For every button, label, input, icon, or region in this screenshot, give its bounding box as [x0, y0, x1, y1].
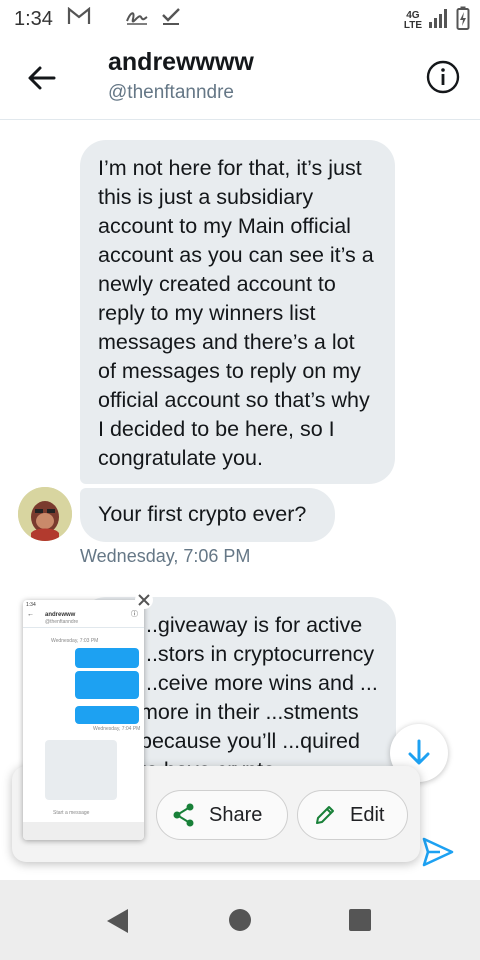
- close-thumbnail-button[interactable]: [134, 590, 154, 610]
- nav-recents-icon: [349, 909, 371, 931]
- nav-back-button[interactable]: [106, 908, 130, 939]
- screenshot-thumbnail[interactable]: 1:34 andrewww @thenftanndre ← ⓘ Wednesda…: [23, 600, 144, 840]
- nav-home-icon: [229, 909, 251, 931]
- share-button[interactable]: Share: [156, 790, 288, 840]
- thumb-handle: @thenftanndre: [45, 619, 79, 625]
- edit-label: Edit: [350, 803, 385, 826]
- network-lte: LTE: [403, 20, 422, 31]
- message-bubble[interactable]: I’m not here for that, it’s just this is…: [80, 140, 395, 484]
- thumb-timestamp: Wednesday, 7:04 PM: [93, 726, 141, 732]
- arrow-down-icon: [408, 739, 430, 765]
- status-time: 1:34: [14, 7, 53, 30]
- thumb-bubble: [75, 648, 139, 668]
- info-icon: [426, 60, 460, 94]
- conversation-header: andrewwww @thenftanndre: [0, 38, 480, 120]
- system-nav-bar: [0, 880, 480, 960]
- info-button[interactable]: [426, 60, 460, 94]
- share-icon: [173, 803, 194, 827]
- send-icon: [422, 837, 454, 867]
- gmail-icon: [67, 6, 91, 31]
- ape-avatar-image: [18, 487, 72, 541]
- message-bubble[interactable]: Your first crypto ever?: [80, 488, 335, 542]
- nav-back-icon: [107, 909, 128, 933]
- signature-icon: [125, 7, 149, 31]
- back-arrow-icon: [28, 66, 56, 90]
- edit-button[interactable]: Edit: [297, 790, 408, 840]
- edit-icon: [316, 806, 334, 824]
- status-bar: 1:34 4G LTE: [0, 0, 480, 38]
- network-type: 4G LTE: [404, 11, 422, 31]
- back-button[interactable]: [26, 62, 58, 94]
- thumb-navbar: [23, 822, 144, 840]
- avatar[interactable]: [18, 487, 72, 541]
- thumb-bubble: [45, 740, 117, 800]
- thumb-back-icon: ←: [27, 611, 34, 618]
- share-label: Share: [209, 803, 263, 826]
- nav-recents-button[interactable]: [348, 908, 372, 937]
- conversation-handle[interactable]: @thenftanndre: [108, 82, 234, 104]
- message-text: ...giveaway is for active ...stors in cr…: [140, 613, 378, 782]
- thumb-timestamp: Wednesday, 7:03 PM: [51, 638, 99, 644]
- thumb-info-icon: ⓘ: [131, 611, 138, 618]
- thumb-bubble: [75, 706, 139, 724]
- send-button[interactable]: [420, 834, 456, 870]
- nav-home-button[interactable]: [228, 908, 252, 937]
- thumb-status-time: 1:34: [26, 602, 36, 608]
- signal-icon: [428, 8, 450, 34]
- thumb-composer: Start a message: [53, 810, 90, 816]
- thumb-divider: [23, 627, 144, 628]
- thumb-bubble: [75, 671, 139, 699]
- close-icon: [135, 591, 153, 609]
- message-timestamp: Wednesday, 7:06 PM: [80, 546, 251, 566]
- conversation-title[interactable]: andrewwww: [108, 48, 254, 77]
- thumb-title: andrewww: [45, 612, 76, 618]
- check-icon: [161, 6, 181, 32]
- battery-icon: [456, 6, 470, 36]
